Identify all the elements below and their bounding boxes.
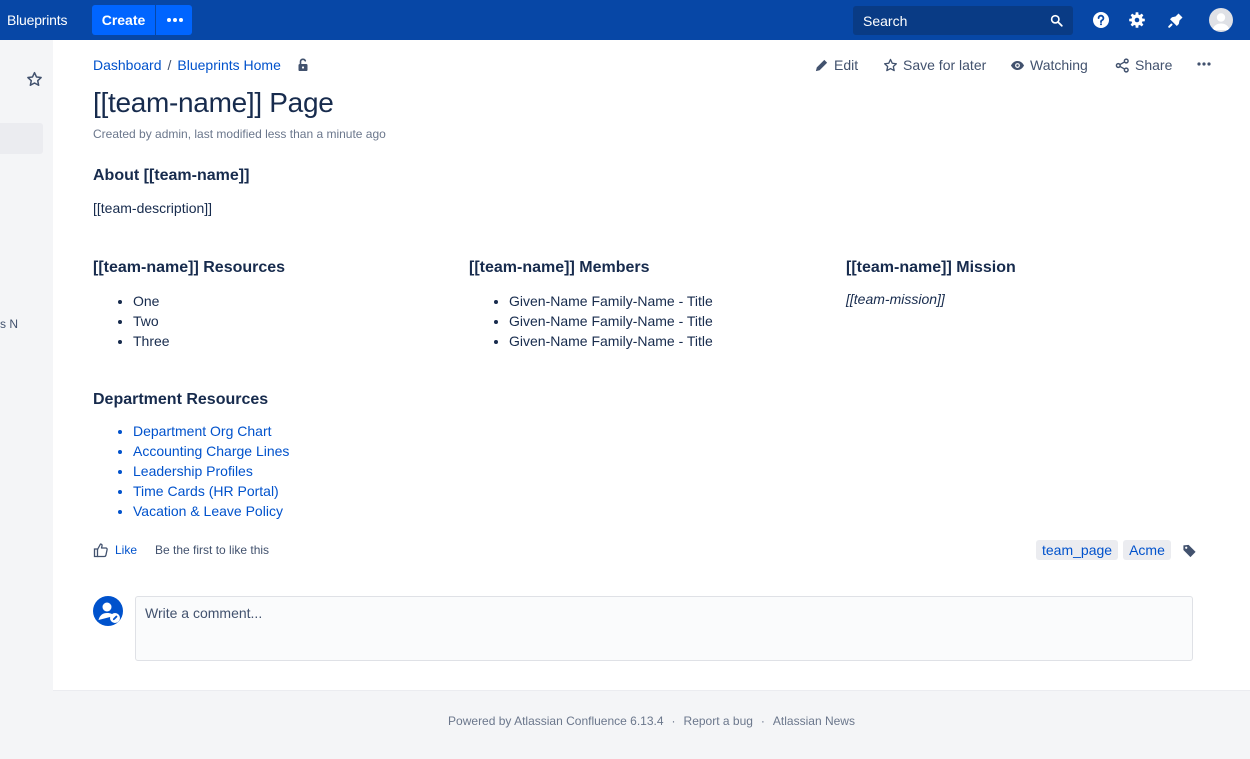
- save-for-later-button[interactable]: Save for later: [883, 57, 986, 73]
- comment-placeholder: Write a comment...: [145, 605, 263, 621]
- list-item: Accounting Charge Lines: [133, 441, 289, 461]
- report-bug-link[interactable]: Report a bug: [684, 714, 753, 728]
- link-accounting-charge-lines[interactable]: Accounting Charge Lines: [133, 443, 289, 459]
- footer-separator: ·: [671, 714, 676, 728]
- list-item: Three: [133, 331, 453, 351]
- breadcrumb: Dashboard / Blueprints Home: [93, 57, 281, 73]
- pencil-icon: [815, 59, 828, 71]
- more-actions-icon[interactable]: [1197, 62, 1211, 66]
- search-input[interactable]: Search: [853, 6, 1073, 35]
- list-item: Two: [133, 311, 453, 331]
- list-item: Vacation & Leave Policy: [133, 501, 289, 521]
- comment-input[interactable]: Write a comment...: [135, 596, 1193, 661]
- share-label: Share: [1135, 57, 1173, 73]
- members-heading: [[team-name]] Members: [469, 259, 650, 276]
- atlassian-news-link[interactable]: Atlassian News: [773, 714, 855, 728]
- footer-separator: ·: [760, 714, 765, 728]
- resources-heading: [[team-name]] Resources: [93, 259, 286, 276]
- list-item: Given-Name Family-Name - Title: [509, 291, 829, 311]
- mission-column: [[team-name]] Mission [[team-mission]]: [846, 259, 1206, 307]
- list-item: One: [133, 291, 453, 311]
- resources-column: [[team-name]] Resources One Two Three: [93, 259, 453, 351]
- powered-by-link[interactable]: Powered by Atlassian Confluence 6.13.4: [448, 714, 663, 728]
- help-icon[interactable]: [1092, 11, 1110, 29]
- thumbs-up-icon: [93, 543, 108, 558]
- resources-list: One Two Three: [93, 291, 453, 351]
- edit-button[interactable]: Edit: [814, 57, 858, 73]
- link-leadership-profiles[interactable]: Leadership Profiles: [133, 463, 253, 479]
- space-sidebar: s N: [0, 40, 53, 759]
- unlock-icon[interactable]: [296, 58, 310, 72]
- create-button[interactable]: Create: [92, 5, 155, 35]
- link-vacation-leave-policy[interactable]: Vacation & Leave Policy: [133, 503, 283, 519]
- like-summary: Be the first to like this: [155, 543, 270, 557]
- notifications-icon[interactable]: [1167, 11, 1185, 29]
- breadcrumb-separator: /: [167, 57, 172, 73]
- user-avatar-icon: [93, 596, 123, 626]
- department-links: Department Org Chart Accounting Charge L…: [93, 421, 289, 521]
- members-list: Given-Name Family-Name - Title Given-Nam…: [469, 291, 829, 351]
- page-content: Dashboard / Blueprints Home Edit Save for …: [53, 40, 1250, 690]
- link-time-cards[interactable]: Time Cards (HR Portal): [133, 483, 279, 499]
- settings-icon[interactable]: [1128, 11, 1146, 29]
- department-heading: Department Resources: [93, 391, 269, 408]
- page-metadata: Created by admin, last modified less tha…: [93, 127, 386, 141]
- about-text: [[team-description]]: [93, 200, 213, 216]
- avatar[interactable]: [1209, 8, 1233, 32]
- ellipsis-icon: [167, 18, 171, 22]
- page-labels: team_page Acme: [1036, 540, 1197, 560]
- eye-icon: [1010, 60, 1025, 70]
- members-column: [[team-name]] Members Given-Name Family-…: [469, 259, 829, 351]
- edit-label: Edit: [834, 57, 859, 73]
- page-title: [[team-name]] Page: [93, 87, 334, 118]
- search-placeholder: Search: [863, 13, 908, 29]
- search-icon: [1050, 14, 1063, 27]
- list-item: Department Org Chart: [133, 421, 289, 441]
- label-team-page[interactable]: team_page: [1036, 540, 1119, 560]
- top-navigation-bar: Blueprints Create Search: [0, 0, 1250, 40]
- tag-icon[interactable]: [1182, 543, 1197, 558]
- user-avatar-icon: [1212, 13, 1230, 30]
- star-icon[interactable]: [26, 71, 43, 88]
- like-button[interactable]: Like: [93, 542, 137, 558]
- breadcrumb-dashboard[interactable]: Dashboard: [93, 57, 162, 73]
- list-item: Leadership Profiles: [133, 461, 289, 481]
- watching-button[interactable]: Watching: [1010, 57, 1088, 73]
- mission-heading: [[team-name]] Mission: [846, 259, 1016, 276]
- list-item: Given-Name Family-Name - Title: [509, 311, 829, 331]
- link-department-org-chart[interactable]: Department Org Chart: [133, 423, 272, 439]
- sidebar-item-label[interactable]: s N: [0, 317, 18, 331]
- breadcrumb-blueprints-home[interactable]: Blueprints Home: [177, 57, 281, 73]
- save-for-later-label: Save for later: [903, 57, 987, 73]
- more-create-options-button[interactable]: [156, 5, 192, 35]
- share-button[interactable]: Share: [1115, 57, 1172, 73]
- app-brand[interactable]: Blueprints: [7, 12, 67, 28]
- mission-text: [[team-mission]]: [846, 291, 945, 307]
- footer-links: Powered by Atlassian Confluence 6.13.4 · R…: [53, 714, 1250, 728]
- label-acme[interactable]: Acme: [1123, 540, 1171, 560]
- sidebar-selected-item[interactable]: [0, 123, 43, 154]
- watching-label: Watching: [1030, 57, 1088, 73]
- like-label: Like: [115, 543, 138, 557]
- about-heading: About [[team-name]]: [93, 167, 250, 184]
- star-icon: [884, 58, 897, 71]
- share-icon: [1115, 57, 1129, 73]
- footer: Powered by Atlassian Confluence 6.13.4 · R…: [53, 690, 1250, 759]
- list-item: Time Cards (HR Portal): [133, 481, 289, 501]
- list-item: Given-Name Family-Name - Title: [509, 331, 829, 351]
